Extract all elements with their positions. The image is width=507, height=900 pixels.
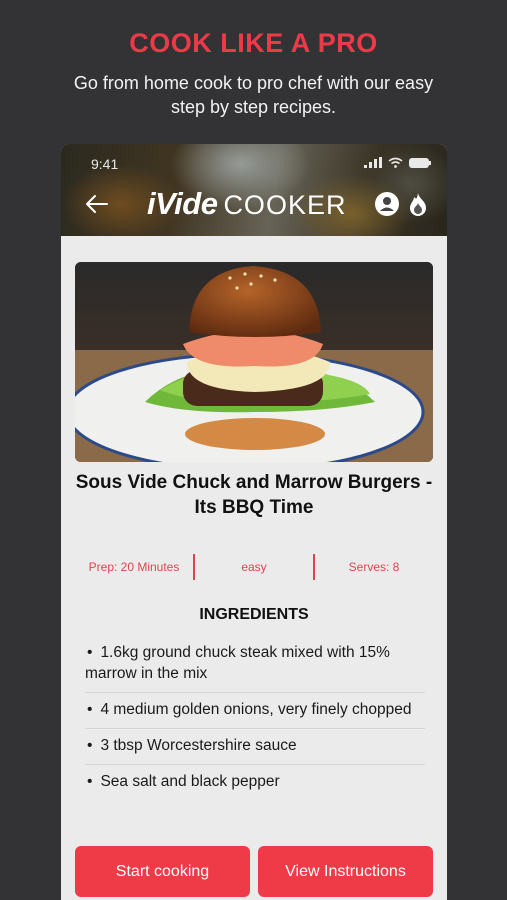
promo-headline: COOK LIKE A PRO	[129, 28, 378, 58]
nav-row: iVide COOKER	[61, 186, 447, 222]
ingredient-item: • 1.6kg ground chuck steak mixed with 15%…	[85, 636, 425, 693]
phone-screen: 9:41 iVide COOKER Sous Vide Chuck and Ma…	[61, 144, 447, 900]
brand-light: COOKER	[223, 190, 347, 220]
status-icons	[364, 157, 431, 168]
ingredient-text: 1.6kg ground chuck steak mixed with 15% …	[85, 644, 390, 682]
brand-logo: iVide COOKER	[147, 186, 346, 222]
signal-icon	[364, 157, 382, 168]
start-cooking-button[interactable]: Start cooking	[75, 846, 250, 897]
ingredient-text: 3 tbsp Worcestershire sauce	[100, 737, 297, 754]
ingredient-item: • 4 medium golden onions, very finely cho…	[85, 693, 425, 729]
difficulty: easy	[241, 560, 267, 574]
status-time: 9:41	[91, 156, 119, 172]
ingredient-text: Sea salt and black pepper	[100, 773, 280, 790]
wifi-icon	[388, 157, 403, 168]
flame-icon[interactable]	[405, 191, 431, 217]
app-header: 9:41 iVide COOKER	[61, 144, 447, 236]
recipe-hero-image	[75, 262, 433, 462]
battery-icon	[409, 157, 431, 168]
user-icon[interactable]	[374, 191, 400, 217]
back-arrow-icon[interactable]	[83, 190, 111, 218]
recipe-title: Sous Vide Chuck and Marrow Burgers - Its…	[75, 472, 433, 518]
ingredient-text: 4 medium golden onions, very finely chop…	[100, 701, 412, 718]
prep-time: Prep: 20 Minutes	[88, 560, 180, 574]
ingredient-item: • Sea salt and black pepper	[87, 773, 280, 790]
serves: Serves: 8	[348, 560, 400, 574]
ingredients-heading: INGREDIENTS	[199, 606, 309, 623]
promo-subtitle: Go from home cook to pro chef with our e…	[73, 73, 434, 117]
brand-bold: iVide	[147, 186, 218, 221]
ingredients-list: • 1.6kg ground chuck steak mixed with 15%…	[85, 636, 425, 800]
recipe-meta: Prep: 20 Minutes easy Serves: 8	[75, 554, 433, 580]
view-instructions-button[interactable]: View Instructions	[258, 846, 433, 897]
ingredient-item: • 3 tbsp Worcestershire sauce	[85, 729, 425, 765]
